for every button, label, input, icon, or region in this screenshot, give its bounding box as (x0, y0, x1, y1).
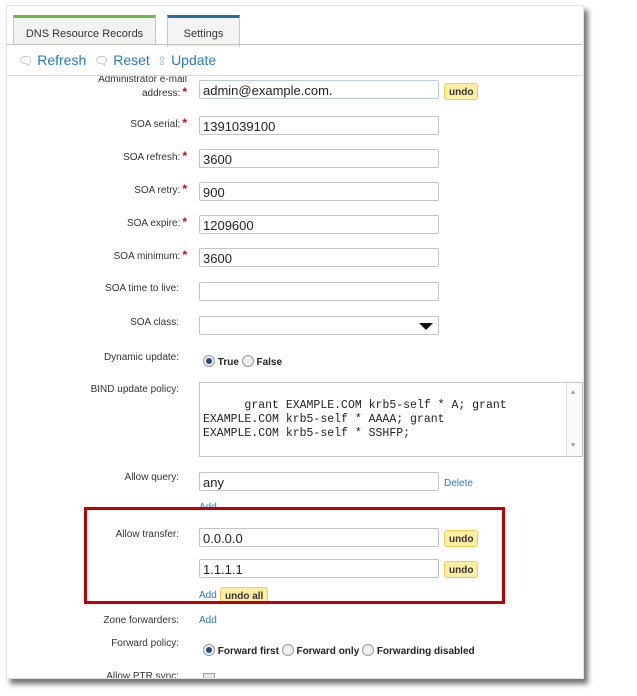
refresh-label: Refresh (37, 52, 87, 68)
soa-expire-label: SOA expire: * (126, 215, 187, 229)
soa-refresh-label: SOA refresh: * (123, 149, 187, 163)
dropdown-arrow-icon (419, 323, 433, 330)
reset-label: Reset (113, 52, 150, 68)
allow-transfer-highlight-box (84, 507, 505, 604)
allow-ptr-sync-checkbox[interactable] (203, 673, 215, 678)
admin-email-input[interactable]: admin@example.com. (199, 80, 439, 99)
soa-minimum-label: SOA minimum: * (113, 248, 187, 262)
scroll-down-arrow-icon[interactable]: ▼ (571, 439, 575, 453)
bind-update-policy-label: BIND update policy: (90, 384, 179, 395)
forward-first-radio[interactable] (203, 644, 215, 656)
dynamic-update-true-label: True (217, 357, 239, 368)
forward-policy-label: Forward policy: (111, 638, 179, 649)
allow-query-delete-link[interactable]: Delete (444, 478, 473, 489)
update-arrow-icon: ⇧ (157, 54, 168, 68)
forwarding-disabled-label: Forwarding disabled (376, 646, 475, 657)
forward-policy-radio-group: Forward first Forward only Forwarding di… (203, 644, 475, 657)
reset-button[interactable]: 🗨︎ Reset (94, 52, 150, 68)
soa-ttl-label: SOA time to live: (105, 283, 179, 294)
soa-refresh-input[interactable]: 3600 (199, 149, 439, 168)
forward-first-label: Forward first (217, 646, 279, 657)
admin-email-label: Administrator e-mail address: * (98, 76, 187, 99)
soa-ttl-input[interactable] (199, 282, 439, 301)
dynamic-update-false-radio[interactable] (241, 355, 254, 367)
textarea-scrollbar[interactable]: ▲ ▼ (566, 383, 582, 456)
soa-class-label: SOA class: (130, 317, 179, 328)
refresh-icon: 🗨︎ (18, 54, 34, 68)
soa-class-select[interactable] (199, 316, 439, 335)
update-label: Update (171, 52, 217, 68)
soa-serial-input[interactable]: 1391039100 (199, 116, 439, 135)
bind-update-policy-textarea[interactable]: grant EXAMPLE.COM krb5-self * A; grant E… (199, 382, 583, 457)
refresh-button[interactable]: 🗨︎ Refresh (18, 52, 86, 68)
allow-ptr-sync-label: Allow PTR sync: (106, 671, 179, 678)
dynamic-update-true-radio[interactable] (203, 355, 215, 367)
scroll-up-arrow-icon[interactable]: ▲ (571, 386, 575, 400)
forward-only-label: Forward only (296, 646, 360, 657)
update-button[interactable]: ⇧ Update (157, 52, 216, 68)
bind-update-policy-text: grant EXAMPLE.COM krb5-self * A; grant E… (203, 399, 507, 440)
soa-expire-input[interactable]: 1209600 (199, 215, 439, 234)
soa-retry-label: SOA retry: * (134, 182, 187, 196)
admin-email-undo-button[interactable]: undo (444, 83, 479, 100)
soa-minimum-input[interactable]: 3600 (199, 248, 439, 267)
dynamic-update-false-label: False (256, 357, 283, 368)
tab-settings[interactable]: Settings (167, 15, 240, 47)
forwarding-disabled-radio[interactable] (362, 644, 375, 656)
reset-icon: 🗨︎ (94, 54, 110, 68)
dynamic-update-radio-group: True False (203, 355, 282, 368)
tab-divider (7, 44, 583, 45)
soa-retry-input[interactable]: 900 (199, 182, 439, 201)
allow-query-label: Allow query: (124, 472, 179, 483)
soa-serial-label: SOA serial: * (130, 116, 187, 130)
forward-only-radio[interactable] (281, 644, 294, 656)
dynamic-update-label: Dynamic update: (103, 352, 179, 363)
tab-dns-resource-records[interactable]: DNS Resource Records (13, 15, 156, 45)
zone-forwarders-add-link[interactable]: Add (199, 615, 217, 626)
allow-query-input[interactable]: any (199, 472, 439, 491)
zone-forwarders-label: Zone forwarders: (103, 615, 179, 626)
